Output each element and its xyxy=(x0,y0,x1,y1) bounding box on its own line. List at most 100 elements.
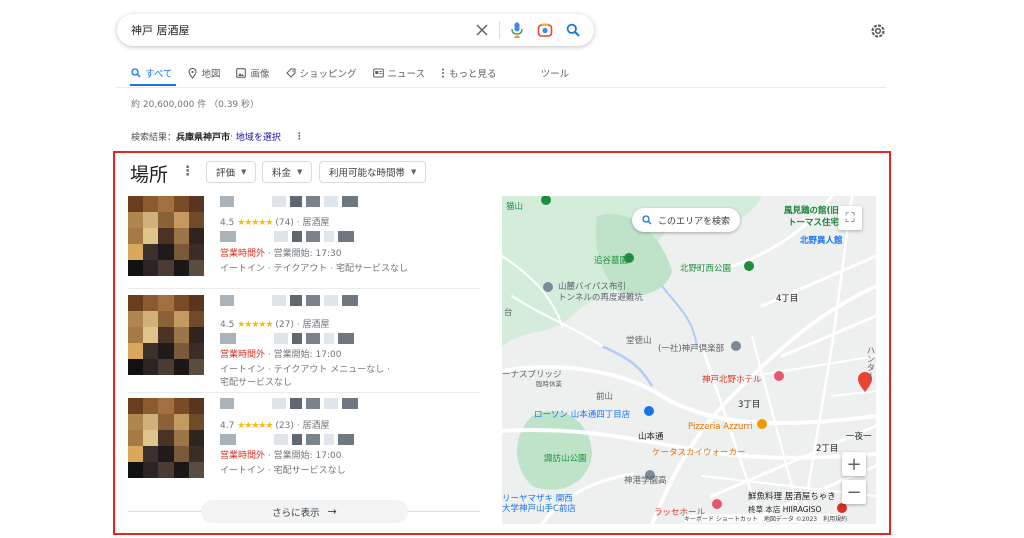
redacted-block xyxy=(238,196,268,207)
tab-tools[interactable]: ツール xyxy=(541,66,570,80)
photo-pixel xyxy=(173,359,189,375)
redacted-block xyxy=(220,196,234,207)
filter-price[interactable]: 料金 ▼ xyxy=(262,161,313,183)
place-result[interactable]: 4.5 ★★★★★ (74) · 居酒屋 営業時間外 · 営業開始: 17:30… xyxy=(128,196,480,292)
filter-label: 料金 xyxy=(272,168,292,179)
photo-pixel xyxy=(173,462,189,478)
tab-label: 画像 xyxy=(250,69,270,80)
fullscreen-icon[interactable]: ⛶ xyxy=(838,206,862,230)
search-box[interactable]: 神戸 居酒屋 xyxy=(117,14,594,46)
place-result[interactable]: 4.5 ★★★★★ (27) · 居酒屋 営業時間外 · 営業開始: 17:00… xyxy=(128,295,480,391)
map-attribution[interactable]: キーボード ショートカット 地図データ ©2023 利用規約 xyxy=(684,514,848,523)
category: 居酒屋 xyxy=(302,218,330,228)
rating-line: 4.5 ★★★★★ (27) · 居酒屋 xyxy=(220,320,330,330)
redacted-block xyxy=(338,231,354,242)
photo-pixel xyxy=(158,414,174,430)
map-label: 風見鶏の館(旧 xyxy=(784,206,839,216)
rating-value: 4.5 xyxy=(220,218,235,228)
redacted-block xyxy=(272,196,286,207)
search-icon[interactable] xyxy=(562,19,584,41)
tab-maps[interactable]: 地図 xyxy=(188,66,220,80)
photo-pixel xyxy=(143,414,159,430)
photo-pixel xyxy=(173,327,189,343)
address-redacted xyxy=(220,333,354,344)
star-rating-icon: ★★★★★ xyxy=(237,320,273,330)
more-options-icon[interactable]: ⋮ xyxy=(295,132,304,142)
place-name-redacted[interactable] xyxy=(220,398,358,409)
tab-label: ツール xyxy=(540,69,570,80)
redacted-block xyxy=(306,398,320,409)
caret-down-icon: ▼ xyxy=(241,168,247,176)
map-label: 臨時休業 xyxy=(536,380,562,388)
more-vert-icon xyxy=(442,68,445,78)
photo-pixel xyxy=(128,359,144,375)
map-label: ローソン 山本通四丁目店 xyxy=(534,410,631,420)
photo-pixel xyxy=(158,462,174,478)
place-result[interactable]: 4.7 ★★★★★ (23) · 居酒屋 営業時間外 · 営業開始: 17:00… xyxy=(128,398,480,494)
tab-images[interactable]: 画像 xyxy=(236,66,270,80)
caret-down-icon: ▼ xyxy=(297,168,303,176)
photo-pixel xyxy=(188,260,204,276)
tab-shopping[interactable]: ショッピング xyxy=(285,66,357,80)
photo-pixel xyxy=(143,311,159,327)
star-rating-icon: ★★★★★ xyxy=(237,421,273,431)
redacted-block xyxy=(274,434,288,445)
photo-pixel xyxy=(128,260,144,276)
show-more-button[interactable]: さらに表示 → xyxy=(201,500,408,523)
search-this-area-button[interactable]: このエリアを検索 xyxy=(632,208,741,232)
map[interactable]: このエリアを検索 ⛶ + − 風見鶏の館(旧 トーマス住宅 北野異人館 猫山 追… xyxy=(502,196,876,524)
choose-area-link[interactable]: 地域を選択 xyxy=(236,130,281,143)
map-label: 山本通 xyxy=(638,432,664,442)
redacted-block xyxy=(324,231,334,242)
photo-pixel xyxy=(158,295,174,311)
place-photo[interactable] xyxy=(128,398,204,478)
photo-pixel xyxy=(143,446,159,462)
show-more-label: さらに表示 xyxy=(272,507,320,519)
photo-pixel xyxy=(143,244,159,260)
photo-pixel xyxy=(128,196,144,212)
photo-pixel xyxy=(143,295,159,311)
photo-pixel xyxy=(173,311,189,327)
photo-pixel xyxy=(188,359,204,375)
photo-pixel xyxy=(128,398,144,414)
settings-gear-icon[interactable] xyxy=(869,22,887,40)
active-tab-indicator xyxy=(130,84,176,86)
zoom-in-button[interactable]: + xyxy=(842,452,866,476)
microphone-icon[interactable] xyxy=(506,19,528,41)
address-redacted xyxy=(220,231,354,242)
clear-icon[interactable] xyxy=(471,19,493,41)
tab-all[interactable]: すべて xyxy=(131,66,172,80)
filter-label: 利用可能な時間帯 xyxy=(329,168,406,179)
map-label: ケータスカイウォーカー xyxy=(652,448,746,458)
redacted-block xyxy=(338,434,354,445)
photo-pixel xyxy=(128,327,144,343)
location-place: 兵庫県神戸市 xyxy=(176,133,231,143)
tab-more[interactable]: もっと見る xyxy=(441,66,497,80)
place-name-redacted[interactable] xyxy=(220,196,358,207)
search-input[interactable]: 神戸 居酒屋 xyxy=(131,22,465,38)
filter-hours[interactable]: 利用可能な時間帯 ▼ xyxy=(319,161,427,183)
photo-pixel xyxy=(188,327,204,343)
place-name-redacted[interactable] xyxy=(220,295,358,306)
map-label: 北野異人館 xyxy=(800,236,843,246)
tabs-divider xyxy=(115,87,886,88)
place-photo[interactable] xyxy=(128,196,204,276)
redacted-block xyxy=(290,398,302,409)
lens-camera-icon[interactable] xyxy=(534,19,556,41)
rating-line: 4.5 ★★★★★ (74) · 居酒屋 xyxy=(220,218,330,228)
map-label: Pizzeria Azzurri xyxy=(688,422,753,432)
photo-pixel xyxy=(158,228,174,244)
redacted-block xyxy=(240,333,270,344)
place-photo[interactable] xyxy=(128,295,204,375)
filter-rating[interactable]: 評価 ▼ xyxy=(206,161,257,183)
tab-news[interactable]: ニュース xyxy=(372,66,425,80)
services-line-2: 宅配サービスなし xyxy=(220,378,293,388)
redacted-block xyxy=(292,333,302,344)
map-label: 堂徳山 xyxy=(626,336,652,346)
zoom-out-button[interactable]: − xyxy=(842,480,866,504)
local-pack-menu-icon[interactable]: ⋮ xyxy=(181,164,194,179)
map-label: 猫山 xyxy=(506,202,524,212)
services-line: イートイン · 宅配サービスなし xyxy=(220,466,346,476)
photo-pixel xyxy=(158,446,174,462)
review-count: (23) xyxy=(275,421,294,431)
